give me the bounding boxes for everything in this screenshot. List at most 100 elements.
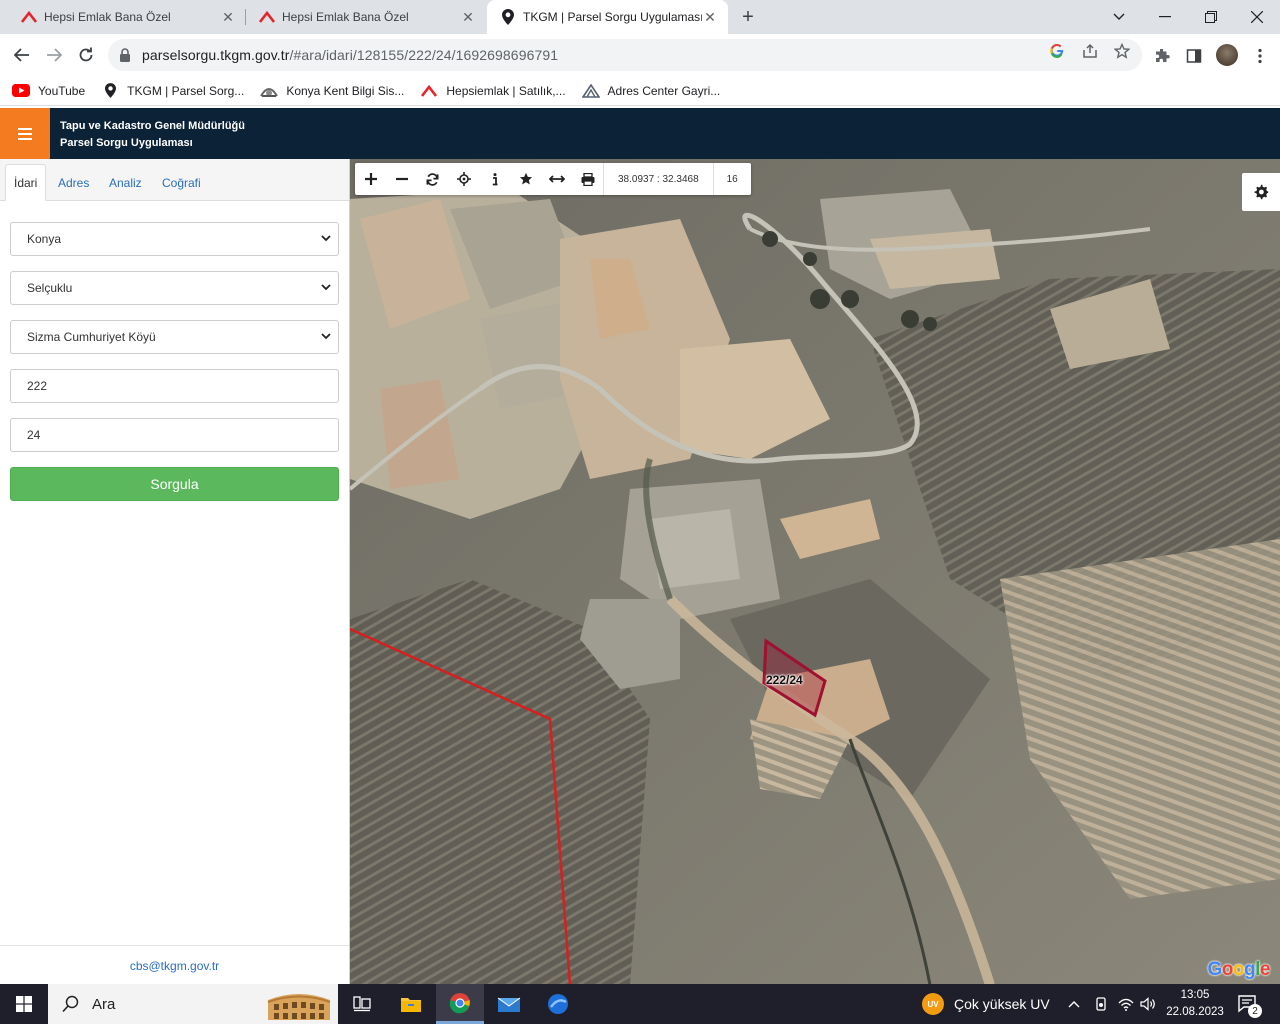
colosseum-icon — [267, 994, 331, 1020]
task-view-button[interactable] — [338, 984, 386, 1024]
file-explorer-button[interactable] — [387, 984, 435, 1024]
mail-icon — [497, 997, 521, 1012]
info-button[interactable] — [479, 163, 510, 195]
browser-tab-2[interactable]: Hepsi Emlak Bana Özel ✕ — [246, 0, 486, 34]
windows-icon — [16, 996, 32, 1012]
refresh-button[interactable] — [417, 163, 448, 195]
map-pin-icon — [101, 83, 119, 99]
close-tab-icon[interactable]: ✕ — [220, 9, 236, 25]
tray-overflow-button[interactable] — [1068, 984, 1080, 1024]
neighborhood-select[interactable]: Sizma Cumhuriyet Köyü — [10, 320, 339, 354]
chevron-up-icon — [1068, 1001, 1080, 1008]
contact-email-link[interactable]: cbs@tkgm.gov.tr — [0, 945, 349, 985]
side-panel-icon[interactable] — [1184, 46, 1204, 66]
device-icon[interactable] — [1094, 984, 1108, 1024]
parsel-input[interactable]: 24 — [10, 418, 339, 452]
close-tab-icon[interactable]: ✕ — [702, 9, 718, 25]
menu-toggle-button[interactable] — [0, 108, 50, 159]
bookmark-adres-center[interactable]: Adres Center Gayri... — [581, 83, 720, 99]
browser-tab-3[interactable]: TKGM | Parsel Sorgu Uygulaması ✕ — [487, 0, 728, 34]
mail-button[interactable] — [485, 984, 533, 1024]
bookmark-konya[interactable]: Konya Kent Bilgi Sis... — [260, 83, 404, 99]
print-button[interactable] — [572, 163, 603, 195]
zoom-level: 16 — [712, 163, 751, 195]
tab-analiz[interactable]: Analiz — [101, 164, 150, 201]
hepsiemlak-icon — [258, 8, 276, 26]
parcel-label: 222/24 — [766, 673, 803, 687]
new-tab-button[interactable]: + — [736, 5, 760, 29]
tab-cografi[interactable]: Coğrafi — [154, 164, 209, 201]
extensions-icon[interactable] — [1152, 46, 1172, 66]
crosshair-icon — [456, 172, 471, 186]
tab-title: Hepsi Emlak Bana Özel — [282, 10, 409, 24]
query-button[interactable]: Sorgula — [10, 467, 339, 501]
bookmark-youtube[interactable]: YouTube — [12, 83, 85, 99]
favorite-button[interactable] — [510, 163, 541, 195]
map-toolbar: 38.0937 : 32.3468 16 — [355, 163, 751, 195]
close-window-button[interactable] — [1234, 0, 1280, 34]
gear-icon — [1254, 184, 1269, 200]
close-tab-icon[interactable]: ✕ — [460, 9, 476, 25]
weather-widget[interactable]: UV Çok yüksek UV — [922, 984, 1050, 1024]
satellite-imagery — [350, 159, 1280, 985]
browser-tab-bar: Hepsi Emlak Bana Özel ✕ Hepsi Emlak Bana… — [0, 0, 1280, 34]
app-title: Tapu ve Kadastro Genel Müdürlüğü Parsel … — [60, 120, 245, 149]
bookmark-star-icon[interactable] — [1113, 42, 1131, 60]
bookmark-tkgm[interactable]: TKGM | Parsel Sorg... — [101, 83, 244, 99]
tab-idari[interactable]: İdari — [5, 164, 47, 201]
district-select[interactable]: Selçuklu — [10, 271, 339, 305]
chrome-icon — [449, 992, 470, 1013]
tab-title: Hepsi Emlak Bana Özel — [44, 10, 171, 24]
folder-icon — [401, 998, 421, 1012]
chevron-down-icon — [321, 333, 331, 340]
address-bar[interactable]: parselsorgu.tkgm.gov.tr/#ara/idari/12815… — [108, 39, 1142, 71]
site-info-icon[interactable] — [108, 48, 142, 62]
sidebar-tabs: İdari Adres Analiz Coğrafi — [0, 159, 349, 201]
measure-icon — [548, 175, 565, 183]
start-button[interactable] — [0, 984, 48, 1024]
windows-taskbar: Ara UV Çok yüksek UV 13:05 22.08.2023 2 — [0, 984, 1280, 1024]
measure-button[interactable] — [541, 163, 572, 195]
wifi-icon[interactable] — [1118, 984, 1134, 1024]
query-sidebar: İdari Adres Analiz Coğrafi Konya Selçukl… — [0, 159, 350, 985]
task-view-icon — [353, 996, 371, 1012]
browser-toolbar: parselsorgu.tkgm.gov.tr/#ara/idari/12815… — [0, 34, 1280, 76]
notification-count: 2 — [1248, 1004, 1262, 1018]
zoom-in-button[interactable] — [355, 163, 386, 195]
hepsiemlak-icon — [420, 83, 438, 99]
minimize-button[interactable] — [1142, 0, 1188, 34]
url-text: parselsorgu.tkgm.gov.tr/#ara/idari/12815… — [142, 47, 559, 63]
tab-search-button[interactable] — [1096, 0, 1142, 34]
profile-avatar[interactable] — [1216, 44, 1238, 66]
bookmark-hepsiemlak[interactable]: Hepsiemlak | Satılık,... — [420, 83, 566, 99]
hepsiemlak-icon — [20, 8, 38, 26]
taskbar-clock[interactable]: 13:05 22.08.2023 — [1162, 987, 1228, 1021]
volume-icon[interactable] — [1140, 984, 1156, 1024]
map-settings-button[interactable] — [1242, 173, 1280, 211]
plus-icon — [364, 173, 377, 185]
youtube-icon — [12, 83, 30, 99]
ada-input[interactable]: 222 — [10, 369, 339, 403]
google-lens-icon[interactable] — [1048, 42, 1066, 60]
browser-tab-1[interactable]: Hepsi Emlak Bana Özel ✕ — [8, 0, 246, 34]
map-pin-icon — [499, 8, 517, 26]
share-icon[interactable] — [1081, 42, 1099, 60]
zoom-out-button[interactable] — [386, 163, 417, 195]
taskbar-search[interactable]: Ara — [48, 984, 338, 1024]
browser-menu-icon[interactable] — [1250, 46, 1270, 66]
notifications-button[interactable]: 2 — [1238, 984, 1262, 1024]
restore-button[interactable] — [1188, 0, 1234, 34]
locate-button[interactable] — [448, 163, 479, 195]
reload-button[interactable] — [73, 42, 99, 68]
search-icon — [62, 995, 79, 1013]
tab-adres[interactable]: Adres — [50, 164, 97, 201]
chrome-taskbar-button[interactable] — [436, 984, 484, 1024]
forward-button[interactable] — [41, 42, 67, 68]
map-view[interactable]: 38.0937 : 32.3468 16 222/24 Google — [350, 159, 1280, 985]
google-attribution: Google — [1207, 959, 1271, 980]
konya-icon — [260, 83, 279, 99]
edge-like-button[interactable] — [534, 984, 582, 1024]
back-button[interactable] — [9, 42, 35, 68]
province-select[interactable]: Konya — [10, 222, 339, 256]
adres-center-icon — [581, 83, 600, 99]
